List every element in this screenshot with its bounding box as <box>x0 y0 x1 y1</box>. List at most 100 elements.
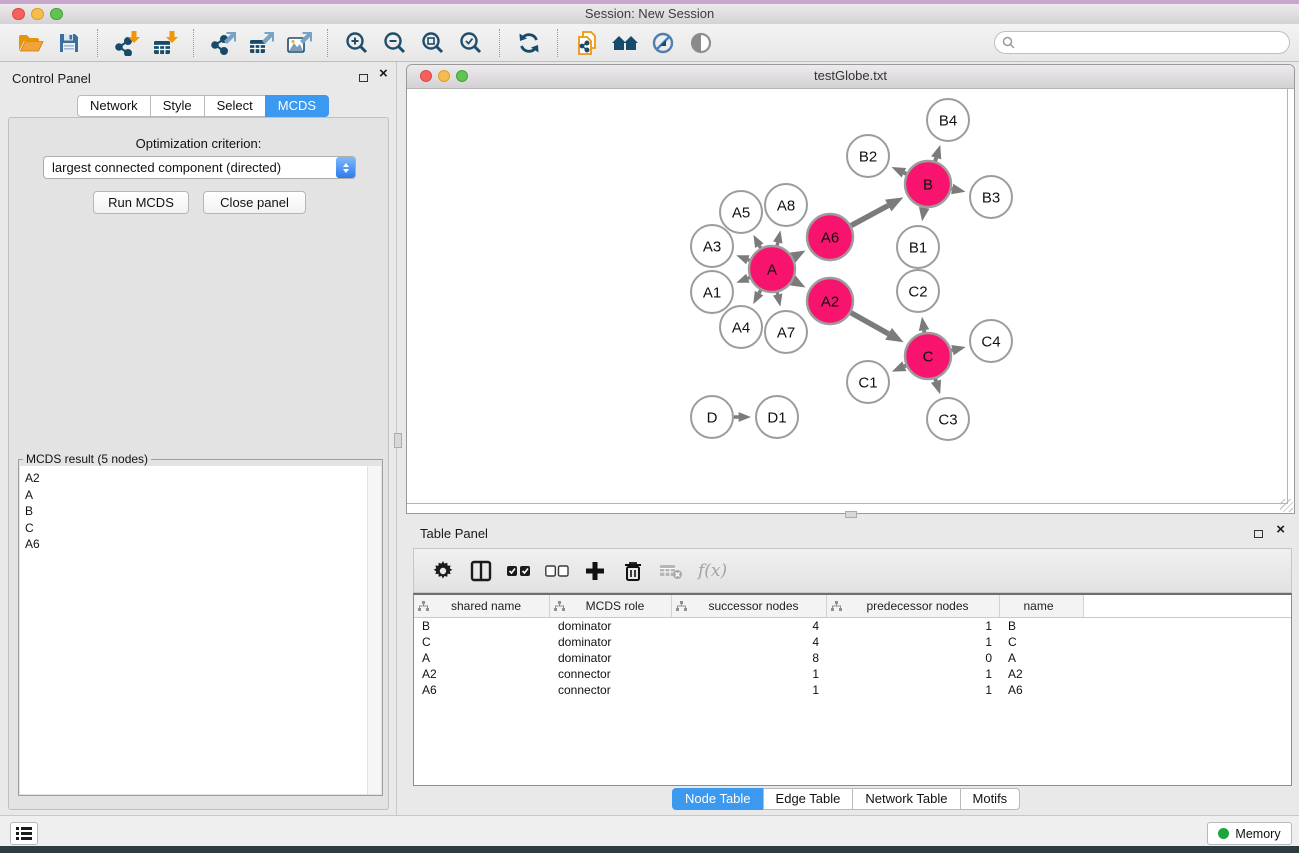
graph-edge-A-A3[interactable] <box>748 260 750 261</box>
mcds-result-item[interactable]: A6 <box>20 536 381 553</box>
select-all-checkboxes-icon[interactable] <box>504 556 534 586</box>
refresh-layout-icon[interactable] <box>511 28 547 58</box>
window-title: Session: New Session <box>0 6 1299 21</box>
table-row[interactable]: Bdominator41B <box>414 618 1291 634</box>
save-session-icon[interactable] <box>51 28 87 58</box>
search-input[interactable] <box>994 31 1290 54</box>
zoom-out-icon[interactable] <box>377 28 413 58</box>
tab-style[interactable]: Style <box>150 95 205 117</box>
clone-network-icon[interactable] <box>569 28 605 58</box>
hide-details-icon[interactable] <box>645 28 681 58</box>
network-graph[interactable]: B4B2BB3A8A5A6A3B1AA1C2A2A4A7C4CC1C3DD1 <box>407 88 1288 504</box>
graph-node-label: C1 <box>858 374 877 391</box>
graph-node-label: B1 <box>909 239 927 256</box>
search-field[interactable] <box>1019 33 1289 53</box>
tab-select[interactable]: Select <box>204 95 266 117</box>
table-cell: 0 <box>827 650 1000 666</box>
export-image-icon[interactable] <box>281 28 317 58</box>
column-header-label: predecessor nodes <box>842 599 999 613</box>
memory-button[interactable]: Memory <box>1207 822 1292 845</box>
function-builder-icon[interactable]: f(x) <box>698 561 727 581</box>
delete-table-icon[interactable] <box>656 556 686 586</box>
zoom-fit-icon[interactable] <box>415 28 451 58</box>
delete-column-icon[interactable] <box>618 556 648 586</box>
double-home-icon[interactable] <box>607 28 643 58</box>
control-panel-tabs: NetworkStyleSelectMCDS <box>77 95 329 117</box>
table-panel: Table Panel × f(x) shared nameMCDS roles… <box>406 520 1299 815</box>
graph-edge-C-C3[interactable] <box>935 379 936 381</box>
graph-edge-arrowhead <box>773 230 782 243</box>
optimization-criterion-select[interactable]: largest connected component (directed) <box>43 156 356 179</box>
graph-edge-A2-C[interactable] <box>851 313 889 334</box>
open-file-icon[interactable] <box>13 28 49 58</box>
tab-edge-table[interactable]: Edge Table <box>763 788 854 810</box>
column-header-MCDS-role[interactable]: MCDS role <box>550 595 672 617</box>
graph-edge-A-A4[interactable] <box>759 290 761 293</box>
graph-node-label: C4 <box>981 333 1000 350</box>
table-body: Bdominator41BCdominator41CAdominator80AA… <box>414 618 1291 698</box>
graph-edge-A6-B[interactable] <box>851 206 888 226</box>
zoom-selected-icon[interactable] <box>453 28 489 58</box>
tab-network[interactable]: Network <box>77 95 151 117</box>
toolbar-separator <box>97 29 99 57</box>
mcds-result-item[interactable]: A <box>20 487 381 504</box>
export-table-icon[interactable] <box>243 28 279 58</box>
vertical-splitter-handle[interactable] <box>394 433 402 448</box>
float-table-panel-icon[interactable] <box>1254 530 1263 538</box>
split-columns-icon[interactable] <box>466 556 496 586</box>
graph-edge-C-C1[interactable] <box>904 366 906 367</box>
table-cell: A2 <box>1000 666 1084 682</box>
table-header-row: shared nameMCDS rolesuccessor nodes prede… <box>414 595 1291 618</box>
table-cell: A6 <box>414 682 550 698</box>
mcds-result-item[interactable]: A2 <box>20 470 381 487</box>
export-network-icon[interactable] <box>205 28 241 58</box>
preview-eye-icon[interactable] <box>683 28 719 58</box>
import-table-icon[interactable] <box>147 28 183 58</box>
deselect-all-checkboxes-icon[interactable] <box>542 556 572 586</box>
tab-mcds[interactable]: MCDS <box>265 95 329 117</box>
graph-edge-B-B2[interactable] <box>904 173 906 174</box>
graph-edge-A-A8[interactable] <box>777 243 778 246</box>
mcds-result-item[interactable]: B <box>20 503 381 520</box>
column-header-successor-nodes[interactable]: successor nodes <box>672 595 827 617</box>
graph-node-label: A1 <box>703 284 721 301</box>
horizontal-splitter-handle[interactable] <box>845 511 857 518</box>
column-tree-icon <box>676 601 687 612</box>
task-history-button[interactable] <box>10 822 38 845</box>
network-window-titlebar[interactable]: testGlobe.txt <box>407 65 1294 89</box>
tab-motifs[interactable]: Motifs <box>960 788 1021 810</box>
graph-edge-B-B4[interactable] <box>935 158 936 161</box>
window-resize-grip[interactable] <box>1280 499 1293 512</box>
mcds-result-list: A2ABCA6 <box>20 466 381 794</box>
graph-edge-A-A1[interactable] <box>748 278 750 279</box>
node-table: shared nameMCDS rolesuccessor nodes prede… <box>413 593 1292 786</box>
graph-edge-A-A5[interactable] <box>759 246 760 248</box>
column-header-predecessor-nodes[interactable]: predecessor nodes <box>827 595 1000 617</box>
graph-edge-arrowhead <box>736 274 749 283</box>
result-list-scrollbar[interactable] <box>367 466 381 794</box>
settings-gear-icon[interactable] <box>428 556 458 586</box>
control-panel-title: Control Panel <box>12 71 91 86</box>
table-row[interactable]: Adominator80A <box>414 650 1291 666</box>
table-row[interactable]: A6connector11A6 <box>414 682 1291 698</box>
table-row[interactable]: A2connector11A2 <box>414 666 1291 682</box>
mcds-result-item[interactable]: C <box>20 520 381 537</box>
close-panel-icon[interactable]: × <box>379 65 388 83</box>
column-header-shared-name[interactable]: shared name <box>414 595 550 617</box>
run-mcds-button[interactable]: Run MCDS <box>93 191 189 214</box>
zoom-in-icon[interactable] <box>339 28 375 58</box>
float-panel-icon[interactable] <box>359 74 368 82</box>
search-icon <box>1002 36 1015 49</box>
network-canvas[interactable]: B4B2BB3A8A5A6A3B1AA1C2A2A4A7C4CC1C3DD1 <box>407 88 1288 504</box>
list-icon <box>16 826 32 841</box>
table-row[interactable]: Cdominator41C <box>414 634 1291 650</box>
table-cell: 1 <box>672 666 827 682</box>
dropdown-stepper-icon[interactable] <box>336 157 355 178</box>
import-network-icon[interactable] <box>109 28 145 58</box>
tab-network-table[interactable]: Network Table <box>852 788 960 810</box>
close-panel-button[interactable]: Close panel <box>203 191 306 214</box>
add-column-icon[interactable] <box>580 556 610 586</box>
column-header-name[interactable]: name <box>1000 595 1084 617</box>
tab-node-table[interactable]: Node Table <box>672 788 764 810</box>
close-table-panel-icon[interactable]: × <box>1276 521 1285 539</box>
